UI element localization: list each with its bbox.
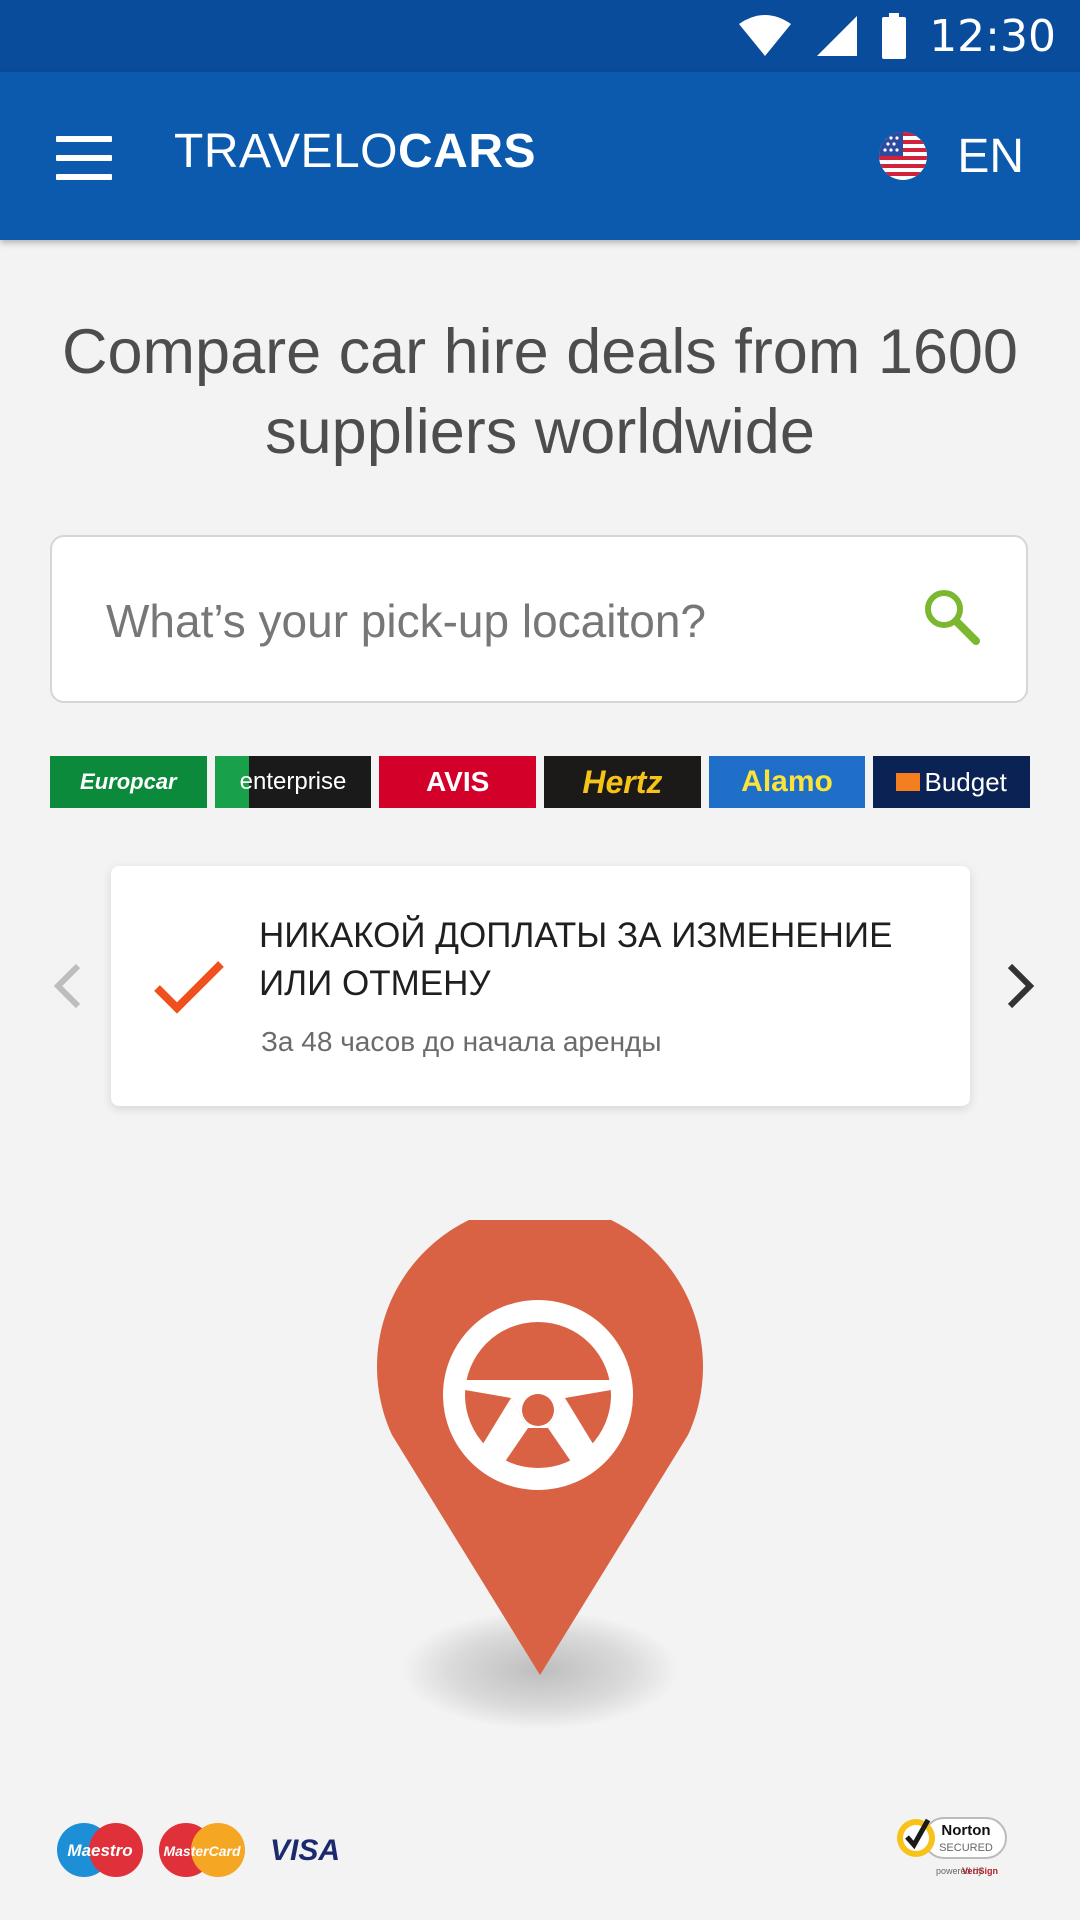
wifi-icon	[739, 15, 792, 56]
language-selector[interactable]: EN	[879, 120, 1024, 192]
brand-logo[interactable]: TRAVELOCARS	[174, 124, 536, 179]
us-flag-icon	[879, 132, 928, 180]
brand-bold: CARS	[398, 125, 537, 178]
feature-title: НИКАКОЙ ДОПЛАТЫ ЗА ИЗМЕНЕНИЕ ИЛИ ОТМЕНУ	[259, 916, 893, 1003]
status-icons: 12:30	[737, 10, 1056, 62]
battery-icon	[882, 13, 907, 59]
menu-line	[56, 136, 112, 142]
page-headline: Compare car hire deals from 1600 supplie…	[62, 317, 1018, 467]
avis-logo: AVIS	[379, 756, 537, 808]
hertz-logo: Hertz	[544, 756, 701, 808]
hero-map-pin	[360, 1220, 720, 1740]
steering-wheel-icon	[443, 1300, 633, 1490]
chevron-right-icon[interactable]	[1000, 960, 1040, 1012]
supplier-logos: Europcar enterprise AVIS Hertz Alamo Bud…	[50, 756, 1031, 808]
pickup-location-input[interactable]	[104, 577, 888, 665]
norton-secured-text: SECURED	[939, 1842, 993, 1854]
europcar-logo: Europcar	[50, 756, 207, 808]
maestro-text: Maestro	[67, 1841, 132, 1860]
menu-line	[56, 174, 112, 180]
feature-card: НИКАКОЙ ДОПЛАТЫ ЗА ИЗМЕНЕНИЕ ИЛИ ОТМЕНУ …	[111, 866, 970, 1106]
status-bar: 12:30	[0, 0, 1080, 72]
alamo-logo: Alamo	[708, 756, 866, 808]
visa-text: VISA	[270, 1834, 340, 1867]
norton-secured-badge: Norton SECURED powered by VeriSign	[897, 1817, 1007, 1876]
budget-logo-text: Budget	[924, 766, 1007, 797]
menu-button[interactable]	[56, 136, 112, 180]
enterprise-logo-text: enterprise	[239, 768, 347, 795]
check-icon	[154, 961, 224, 1014]
mastercard-text: MasterCard	[163, 1843, 240, 1859]
visa-logo: VISA	[270, 1834, 340, 1867]
enterprise-logo: enterprise	[214, 756, 372, 808]
maestro-logo: Maestro	[57, 1823, 143, 1877]
norton-verisign: VeriSign	[962, 1866, 998, 1876]
menu-line	[56, 155, 112, 161]
feature-subtitle: За 48 часов до начала аренды	[261, 1026, 662, 1057]
mastercard-logo: MasterCard	[159, 1823, 245, 1877]
budget-mark-icon	[896, 773, 921, 791]
norton-name: Norton	[941, 1822, 990, 1839]
brand-light: TRAVELO	[174, 125, 398, 178]
budget-logo: Budget	[873, 756, 1031, 808]
cellular-signal-icon	[817, 16, 858, 56]
chevron-left-icon[interactable]	[48, 960, 88, 1012]
pickup-search-box[interactable]	[50, 535, 1028, 703]
payment-methods: Maestro MasterCard VISA	[56, 1820, 350, 1880]
search-icon[interactable]	[920, 585, 984, 649]
map-pin-icon	[377, 1220, 703, 1675]
app-bar: TRAVELOCARS EN	[0, 72, 1080, 240]
status-time: 12:30	[929, 10, 1056, 62]
language-code: EN	[957, 129, 1024, 183]
